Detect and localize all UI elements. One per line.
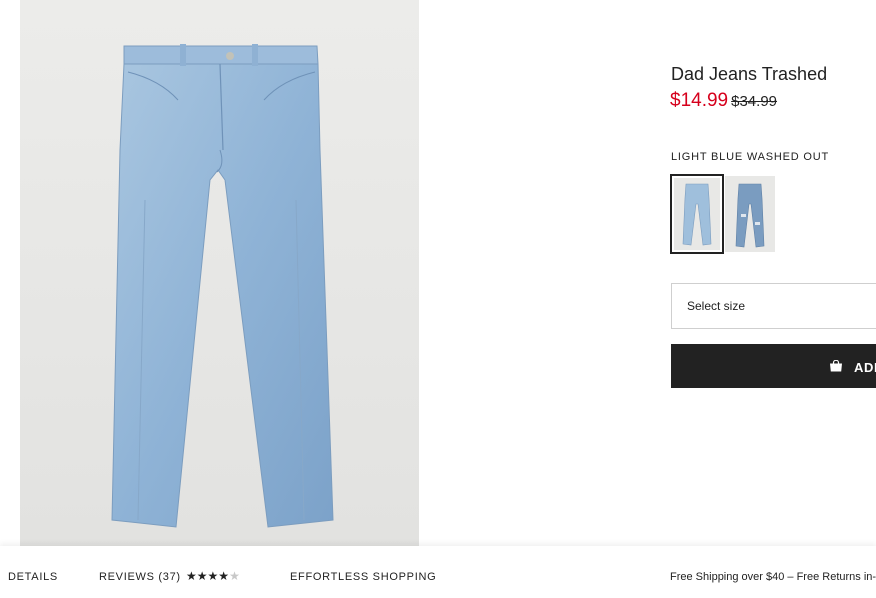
add-to-bag-label: ADD [854,360,876,375]
swatch-jeans-thumbnail [682,183,712,246]
jeans-photo [111,44,334,528]
star-filled-icon: ★ [186,569,197,583]
price-row: $14.99 $34.99 [670,90,777,112]
tab-reviews[interactable]: REVIEWS (37) [99,571,181,583]
original-price: $34.99 [731,93,778,110]
product-page: Dad Jeans Trashed $14.99 $34.99 LIGHT BLU… [0,0,876,598]
sale-price: $14.99 [670,90,729,111]
size-select-placeholder: Select size [687,299,746,313]
color-name: LIGHT BLUE WASHED OUT [671,151,829,163]
tab-details[interactable]: DETAILS [8,571,58,583]
size-select[interactable]: Select size [671,283,876,329]
star-empty-icon: ★ [229,569,240,583]
color-swatch-light-blue[interactable] [670,174,724,254]
star-rating: ★★★★★ [186,569,240,583]
shipping-info: Free Shipping over $40 – Free Returns in… [670,571,876,583]
swatch-jeans-thumbnail [735,183,765,248]
product-image[interactable] [20,0,419,546]
shopping-bag-icon [830,360,842,372]
star-filled-icon: ★ [218,569,230,583]
tab-effortless-shopping[interactable]: EFFORTLESS SHOPPING [290,571,436,583]
star-filled-icon: ★ [207,569,219,583]
bottom-info-bar: DETAILS REVIEWS (37) ★★★★★ EFFORTLESS SH… [0,546,876,598]
star-filled-icon: ★ [196,569,208,583]
product-title: Dad Jeans Trashed [671,64,828,84]
add-to-bag-button[interactable]: ADD [671,344,876,388]
color-swatch-trashed[interactable] [725,176,775,252]
